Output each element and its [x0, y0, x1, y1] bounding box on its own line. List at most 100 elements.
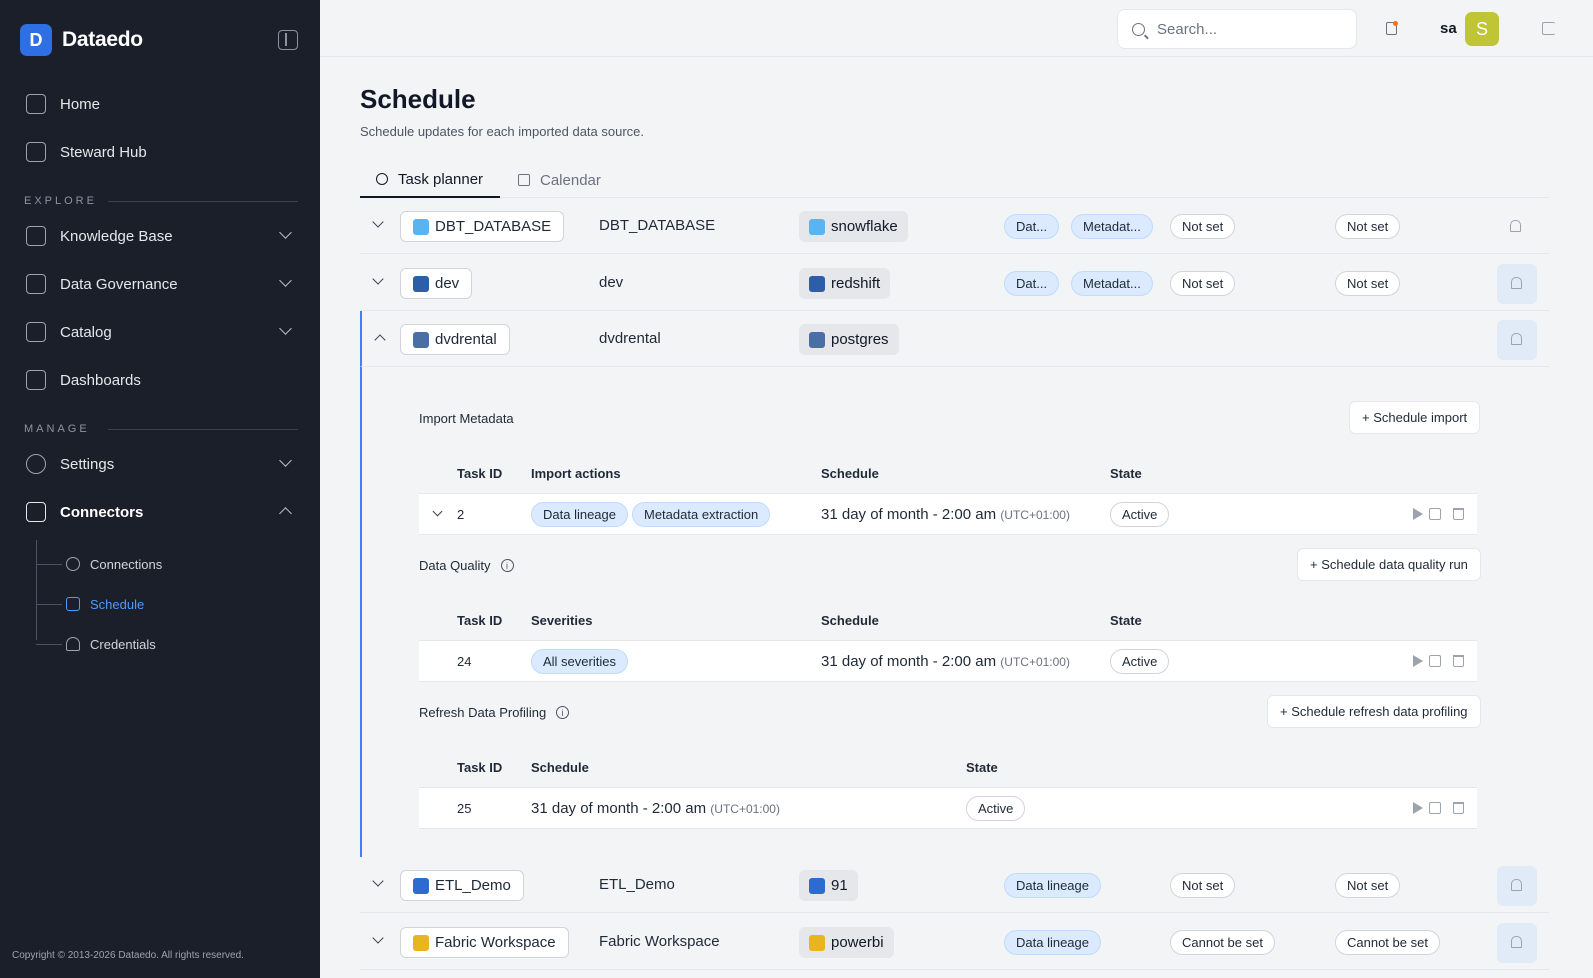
- source-name-chip[interactable]: DBT_DATABASE: [400, 211, 565, 242]
- schedule-value: 31 day of month - 2:00 am: [821, 506, 997, 523]
- run-icon[interactable]: [1413, 802, 1423, 814]
- source-name: ETL_Demo: [435, 877, 511, 894]
- trash-icon[interactable]: [1453, 655, 1464, 667]
- connector-type: snowflake: [831, 218, 898, 235]
- section-title-profiling: Refresh Data Profiling i: [419, 705, 570, 720]
- sidebar-item-dashboards[interactable]: Dashboards: [0, 358, 320, 402]
- source-name-chip[interactable]: dev: [400, 268, 473, 299]
- bell-icon: [1511, 936, 1522, 948]
- divider: [108, 201, 298, 202]
- table-row-expanded: dvdrental dvdrental postgres: [360, 311, 1549, 367]
- column-header: Severities: [531, 613, 593, 628]
- search-input[interactable]: [1157, 20, 1347, 38]
- snowflake-icon: [809, 218, 825, 235]
- edit-icon[interactable]: [1429, 655, 1441, 667]
- table-row: ETL_Demo ETL_Demo 91 Data lineage Not se…: [360, 857, 1549, 913]
- trash-icon[interactable]: [1453, 802, 1464, 814]
- status-badge: Not set: [1170, 271, 1236, 296]
- tree-branch: [36, 603, 62, 605]
- chevron-down-icon[interactable]: [372, 216, 384, 228]
- severity-pill: All severities: [531, 649, 628, 674]
- connector-type-chip: postgres: [799, 324, 899, 355]
- sidebar-item-connectors[interactable]: Connectors: [0, 490, 320, 534]
- task-row: 24 All severities 31 day of month - 2:00…: [419, 640, 1477, 682]
- postgres-icon: [809, 331, 825, 348]
- status-badge: Not set: [1170, 873, 1236, 898]
- logout-icon[interactable]: [1542, 22, 1555, 35]
- table-row: dev dev redshift Dat... Metadat... Not s…: [360, 255, 1549, 311]
- tab-task-planner[interactable]: Task planner: [360, 162, 500, 198]
- source-name: DBT_DATABASE: [435, 218, 552, 235]
- column-header: State: [966, 760, 998, 775]
- plug-icon: [66, 557, 80, 571]
- chevron-down-icon[interactable]: [372, 273, 384, 285]
- trash-icon[interactable]: [1453, 508, 1464, 520]
- schedule-data-quality-button[interactable]: + Schedule data quality run: [1297, 548, 1481, 581]
- run-icon[interactable]: [1413, 655, 1423, 667]
- sidebar-item-knowledge-base[interactable]: Knowledge Base: [0, 214, 320, 258]
- schedule-refresh-profiling-button[interactable]: + Schedule refresh data profiling: [1267, 695, 1481, 728]
- avatar[interactable]: S: [1465, 12, 1499, 46]
- sidebar-item-home[interactable]: Home: [0, 82, 320, 126]
- sidebar-collapse-icon[interactable]: [278, 30, 298, 50]
- sidebar-item-label: Steward Hub: [60, 143, 147, 161]
- sidebar-item-settings[interactable]: Settings: [0, 442, 320, 486]
- bell-icon[interactable]: [1510, 220, 1521, 232]
- sidebar-item-catalog[interactable]: Catalog: [0, 310, 320, 354]
- column-header: Schedule: [821, 613, 879, 628]
- book-icon: [26, 226, 46, 246]
- expanded-panel: Import Metadata + Schedule import Task I…: [360, 367, 1549, 857]
- chevron-down-icon[interactable]: [372, 875, 384, 887]
- tree-branch: [36, 643, 62, 645]
- dataedo-logo[interactable]: D Dataedo: [20, 24, 143, 56]
- notification-settings-button[interactable]: [1497, 923, 1537, 963]
- chevron-up-icon: [279, 507, 292, 520]
- action-pill: Dat...: [1004, 271, 1060, 296]
- info-icon[interactable]: i: [556, 706, 570, 719]
- chevron-down-icon[interactable]: [432, 506, 443, 517]
- clock-icon: [376, 173, 388, 185]
- task-id: 2: [457, 507, 465, 522]
- column-header: State: [1110, 613, 1142, 628]
- sidebar-item-steward-hub[interactable]: Steward Hub: [0, 130, 320, 174]
- column-header: Task ID: [457, 466, 503, 481]
- info-icon[interactable]: i: [500, 559, 514, 572]
- connector-type-chip: snowflake: [799, 211, 908, 242]
- redshift-icon: [413, 275, 429, 292]
- status-badge: Not set: [1170, 214, 1236, 239]
- schedule-import-button[interactable]: + Schedule import: [1349, 401, 1481, 434]
- clipboard-icon: [26, 142, 46, 162]
- tab-calendar[interactable]: Calendar: [518, 162, 601, 198]
- column-header: Import actions: [531, 466, 621, 481]
- sidebar-subitem-label: Schedule: [90, 596, 145, 612]
- chevron-down-icon: [279, 454, 292, 467]
- source-name-chip[interactable]: ETL_Demo: [400, 870, 524, 901]
- source-name: Fabric Workspace: [435, 934, 556, 951]
- edit-icon[interactable]: [1429, 508, 1441, 520]
- table-row: DBT_DATABASE DBT_DATABASE snowflake Dat.…: [360, 198, 1549, 254]
- sidebar-subitem-connections[interactable]: Connections: [36, 549, 162, 579]
- notification-settings-button[interactable]: [1497, 264, 1537, 304]
- import-action-pill: Data lineage: [531, 502, 628, 527]
- chevron-down-icon[interactable]: [372, 932, 384, 944]
- sidebar-subitem-schedule[interactable]: Schedule: [36, 589, 144, 619]
- sidebar-subitem-credentials[interactable]: Credentials: [36, 629, 156, 659]
- status-badge: Active: [1110, 649, 1170, 674]
- dataedo-logo-icon: D: [20, 24, 52, 56]
- sidebar-item-data-governance[interactable]: Data Governance: [0, 262, 320, 306]
- timezone: (UTC+01:00): [1000, 508, 1070, 522]
- source-name-chip[interactable]: dvdrental: [400, 324, 510, 355]
- sidebar: D Dataedo Home Steward Hub EXPLORE Knowl…: [0, 0, 320, 978]
- run-icon[interactable]: [1413, 508, 1423, 520]
- source-name-chip[interactable]: Fabric Workspace: [400, 927, 569, 958]
- edit-icon[interactable]: [1429, 802, 1441, 814]
- notification-settings-button[interactable]: [1497, 320, 1537, 360]
- notification-settings-button[interactable]: [1497, 866, 1537, 906]
- chevron-up-icon[interactable]: [374, 334, 386, 346]
- connector-type: powerbi: [831, 934, 884, 951]
- tree-branch: [36, 563, 62, 565]
- search-box[interactable]: [1117, 9, 1357, 49]
- search-icon: [1132, 22, 1145, 36]
- task-id: 25: [457, 801, 472, 816]
- chevron-down-icon: [279, 226, 292, 239]
